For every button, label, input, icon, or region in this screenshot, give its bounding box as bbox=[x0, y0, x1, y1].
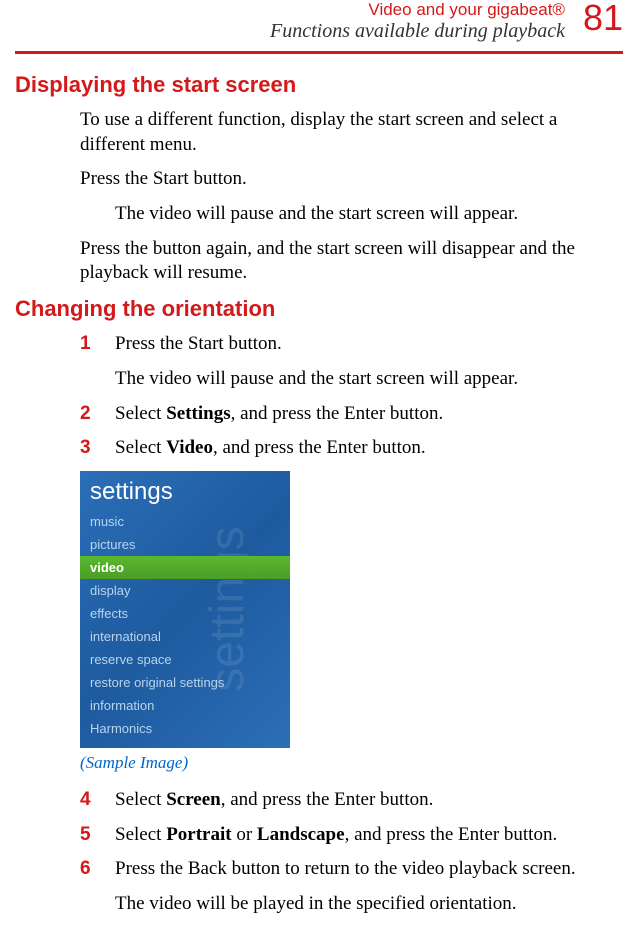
step-text: Select Settings, and press the Enter but… bbox=[115, 402, 623, 427]
step-number: 1 bbox=[80, 332, 115, 357]
step-number: 6 bbox=[80, 857, 115, 882]
menu-item: music bbox=[80, 510, 290, 533]
settings-menu-list: music pictures video display effects int… bbox=[80, 510, 290, 740]
step-text: Select Video, and press the Enter button… bbox=[115, 436, 623, 461]
step-number: 3 bbox=[80, 436, 115, 461]
step-item: 3 Select Video, and press the Enter butt… bbox=[80, 436, 623, 461]
paragraph: To use a different function, display the… bbox=[80, 108, 623, 157]
paragraph-indented: The video will pause and the start scree… bbox=[115, 202, 623, 227]
menu-item: Harmonics bbox=[80, 717, 290, 740]
menu-item: reserve space bbox=[80, 648, 290, 671]
step-number: 5 bbox=[80, 823, 115, 848]
header-subtitle: Functions available during playback bbox=[270, 20, 565, 43]
paragraph: Press the Start button. bbox=[80, 167, 623, 192]
step-text: Select Portrait or Landscape, and press … bbox=[115, 823, 623, 848]
header-text-block: Video and your gigabeat® Functions avail… bbox=[270, 0, 565, 43]
menu-item: restore original settings bbox=[80, 671, 290, 694]
header-chapter: Video and your gigabeat® bbox=[270, 0, 565, 20]
step-text: Select Screen, and press the Enter butto… bbox=[115, 788, 623, 813]
menu-item: display bbox=[80, 579, 290, 602]
step-followup: The video will pause and the start scree… bbox=[115, 367, 623, 392]
screen-title: settings bbox=[80, 476, 290, 510]
menu-item-selected: video bbox=[80, 556, 290, 579]
menu-item: international bbox=[80, 625, 290, 648]
menu-item: pictures bbox=[80, 533, 290, 556]
step-text: Press the Back button to return to the v… bbox=[115, 857, 623, 882]
paragraph: Press the button again, and the start sc… bbox=[80, 237, 623, 286]
step-number: 4 bbox=[80, 788, 115, 813]
page-number: 81 bbox=[583, 0, 623, 36]
device-screen: settings music pictures video display ef… bbox=[80, 471, 290, 748]
menu-item: effects bbox=[80, 602, 290, 625]
device-screenshot: settings music pictures video display ef… bbox=[80, 471, 623, 748]
step-item: 4 Select Screen, and press the Enter but… bbox=[80, 788, 623, 813]
step-item: 1 Press the Start button. bbox=[80, 332, 623, 357]
step-number: 2 bbox=[80, 402, 115, 427]
section-heading-orientation: Changing the orientation bbox=[15, 296, 623, 322]
step-text: Press the Start button. bbox=[115, 332, 623, 357]
section-heading-display-start: Displaying the start screen bbox=[15, 72, 623, 98]
page-header: Video and your gigabeat® Functions avail… bbox=[15, 0, 623, 54]
menu-item: information bbox=[80, 694, 290, 717]
image-caption: (Sample Image) bbox=[80, 753, 623, 773]
step-item: 2 Select Settings, and press the Enter b… bbox=[80, 402, 623, 427]
step-item: 6 Press the Back button to return to the… bbox=[80, 857, 623, 882]
step-item: 5 Select Portrait or Landscape, and pres… bbox=[80, 823, 623, 848]
step-followup: The video will be played in the specifie… bbox=[115, 892, 623, 917]
